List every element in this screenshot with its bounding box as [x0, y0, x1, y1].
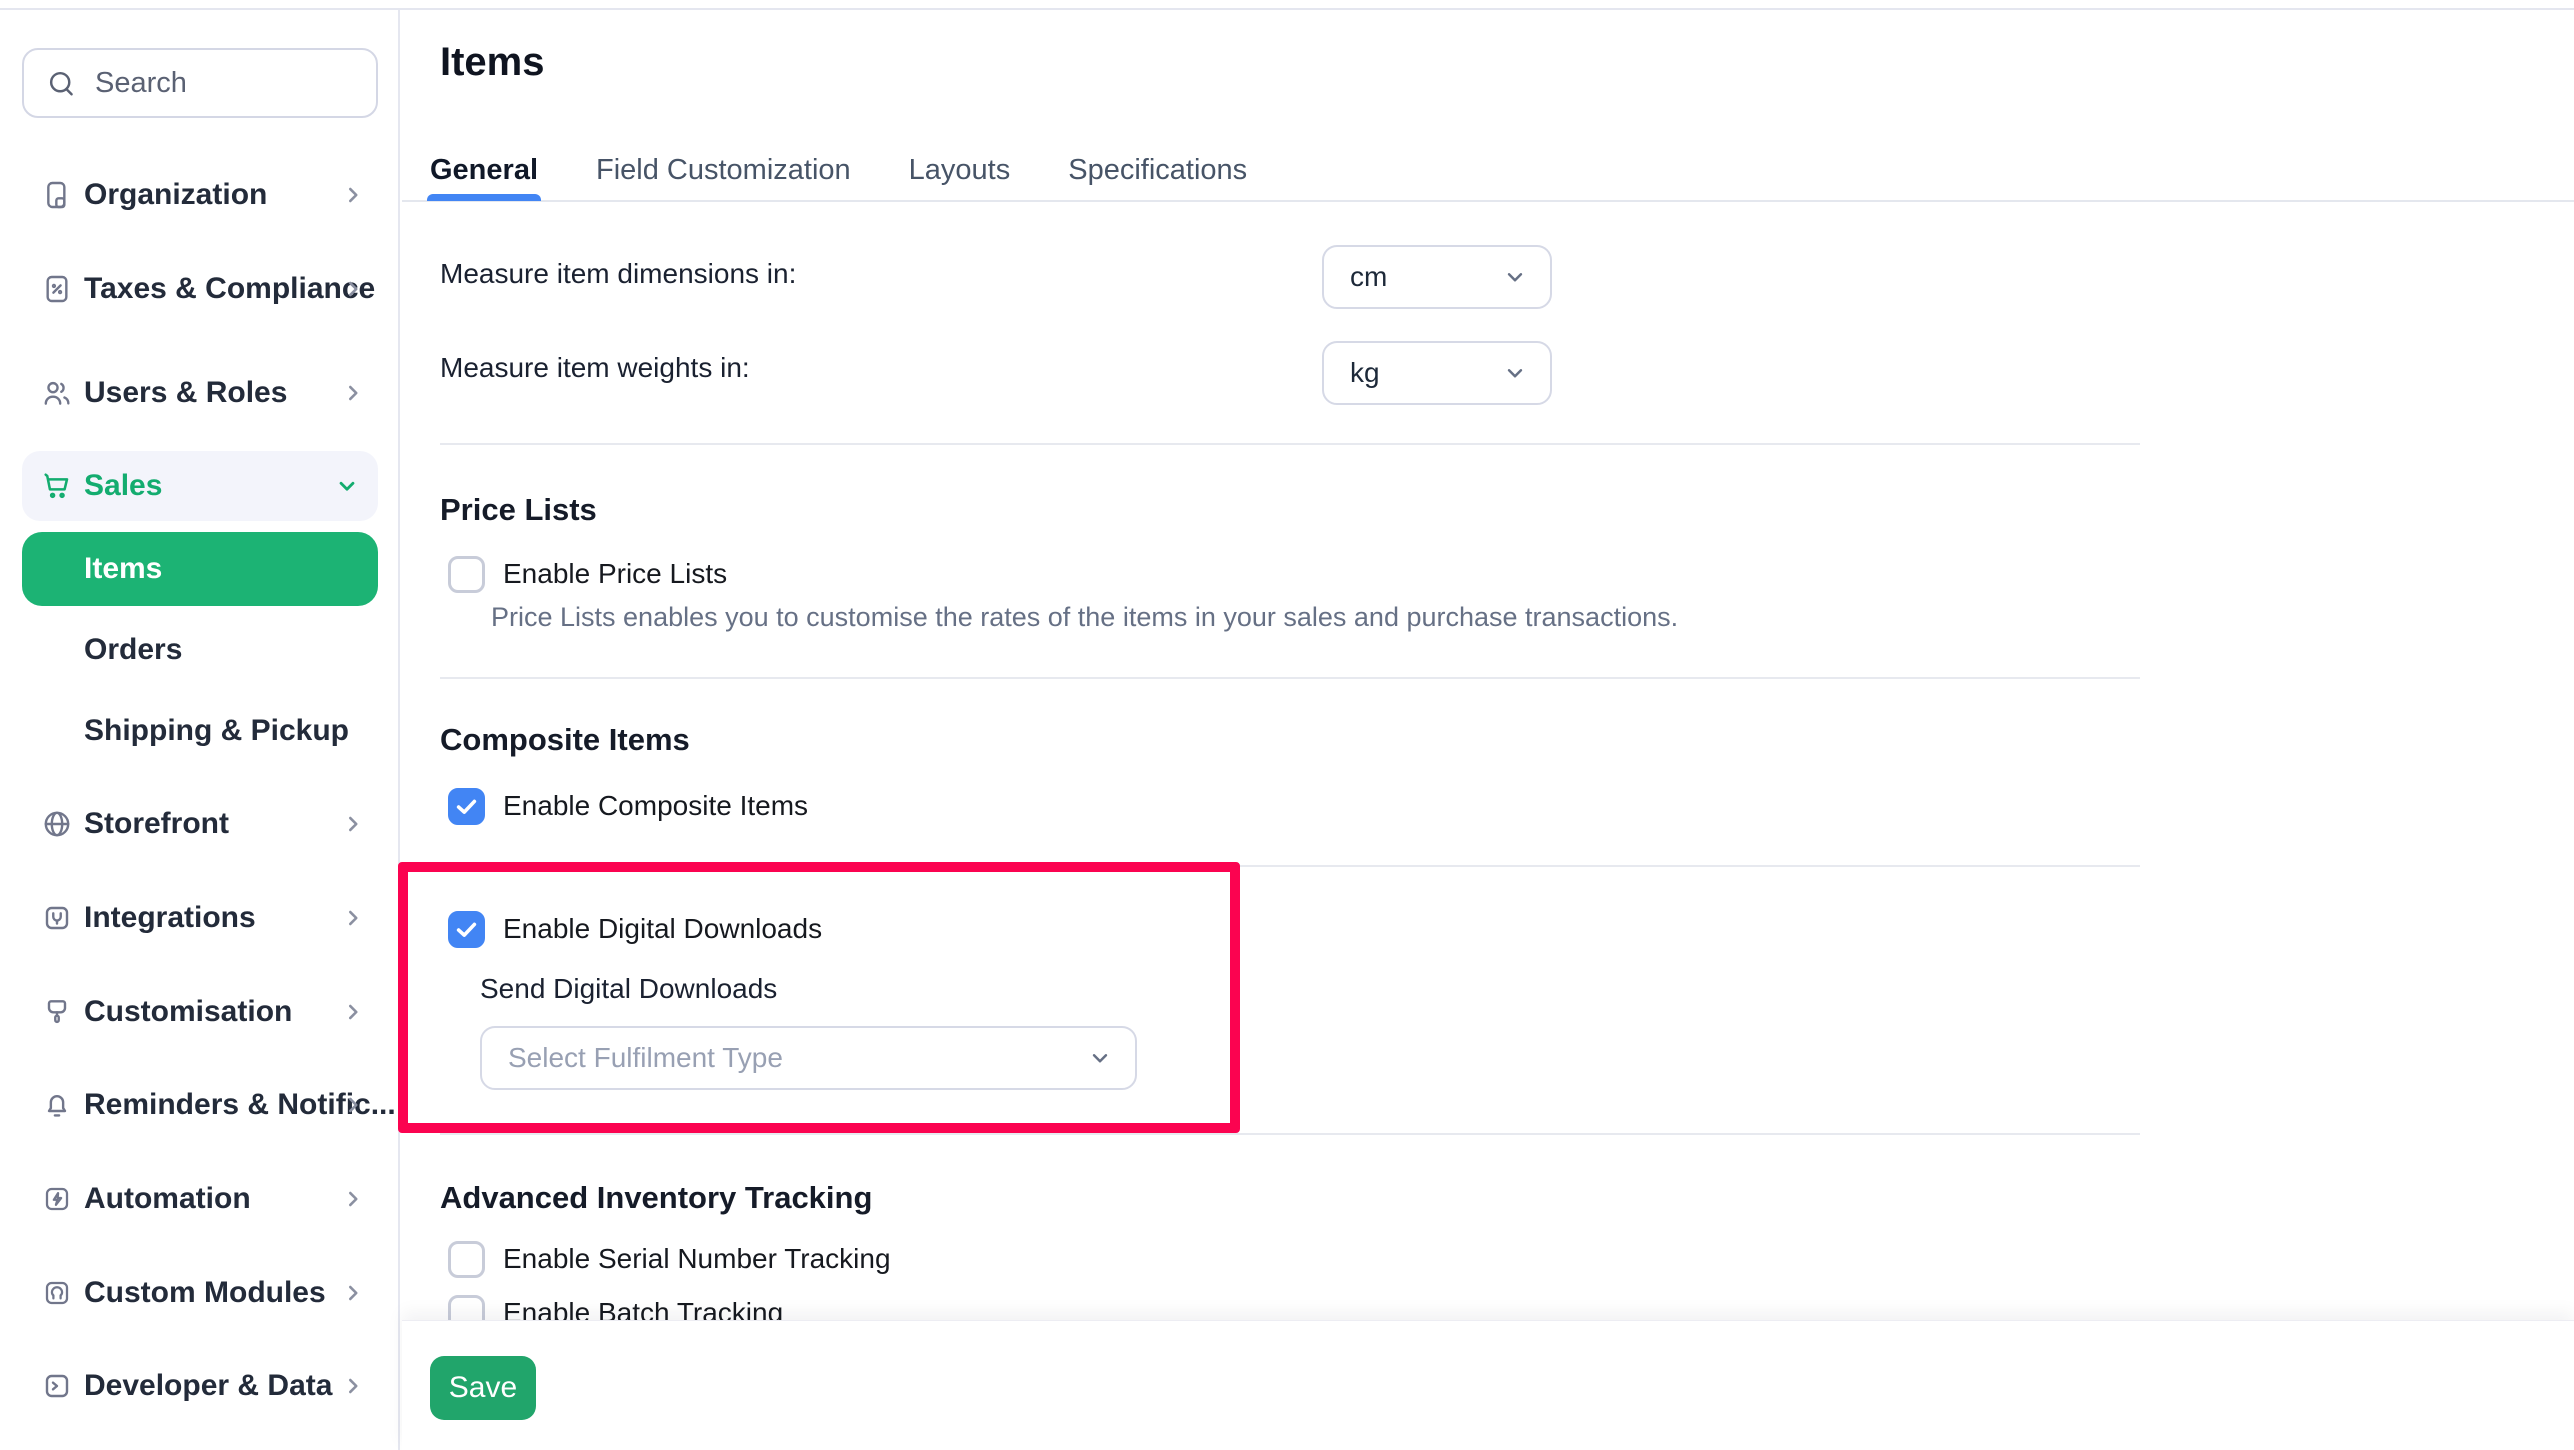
page-title: Items [440, 40, 545, 85]
digital-downloads-checkbox[interactable] [448, 911, 485, 948]
serial-tracking-checkbox-label[interactable]: Enable Serial Number Tracking [503, 1243, 891, 1275]
sidebar-item-label: Custom Modules [84, 1276, 326, 1310]
sidebar-item-label: Automation [84, 1182, 251, 1216]
users-icon [41, 377, 73, 409]
serial-tracking-checkbox[interactable] [448, 1241, 485, 1278]
digital-downloads-checkbox-label[interactable]: Enable Digital Downloads [503, 913, 822, 945]
tab-specifications[interactable]: Specifications [1068, 140, 1247, 200]
cart-icon [41, 470, 73, 502]
enable-composite-items-row[interactable]: Enable Composite Items [448, 787, 808, 825]
search-icon [46, 68, 77, 99]
chevron-right-icon [340, 999, 366, 1025]
tax-document-icon [41, 273, 73, 305]
fulfilment-type-placeholder: Select Fulfilment Type [508, 1042, 783, 1074]
terminal-icon [41, 1370, 73, 1402]
section-divider [440, 1133, 2140, 1135]
sidebar-item-label: Orders [84, 633, 182, 667]
chevron-right-icon [340, 1373, 366, 1399]
price-lists-heading: Price Lists [440, 492, 597, 528]
sidebar-item-label: Integrations [84, 901, 256, 935]
sidebar-item-organization[interactable]: Organization [0, 148, 400, 242]
price-lists-checkbox[interactable] [448, 556, 485, 593]
advanced-inventory-heading: Advanced Inventory Tracking [440, 1180, 872, 1216]
price-lists-helper-text: Price Lists enables you to customise the… [491, 602, 1678, 633]
chevron-down-icon [1502, 360, 1528, 386]
sidebar-item-label: Taxes & Compliance [84, 272, 375, 306]
composite-items-heading: Composite Items [440, 722, 690, 758]
chevron-down-icon [1502, 264, 1528, 290]
section-divider [440, 865, 2140, 867]
sidebar-item-users-roles[interactable]: Users & Roles [0, 346, 400, 440]
sidebar-item-sales[interactable]: Sales [22, 451, 378, 521]
weights-unit-select[interactable]: kg [1322, 341, 1552, 405]
globe-icon [41, 808, 73, 840]
composite-items-checkbox[interactable] [448, 788, 485, 825]
chevron-right-icon [340, 1092, 366, 1118]
enable-digital-downloads-row[interactable]: Enable Digital Downloads [448, 910, 822, 948]
chevron-right-icon [340, 276, 366, 302]
paint-icon [41, 996, 73, 1028]
sidebar-item-label: Shipping & Pickup [84, 714, 349, 748]
sidebar-item-label: Organization [84, 178, 267, 212]
sidebar-item-orders[interactable]: Orders [0, 603, 400, 697]
sidebar-item-reminders-notifications[interactable]: Reminders & Notific... [0, 1058, 400, 1152]
bolt-icon [41, 1183, 73, 1215]
chevron-right-icon [340, 1280, 366, 1306]
module-icon [41, 1277, 73, 1309]
dimensions-unit-value: cm [1350, 261, 1387, 293]
chevron-right-icon [340, 811, 366, 837]
price-lists-checkbox-label[interactable]: Enable Price Lists [503, 558, 727, 590]
tab-general[interactable]: General [430, 140, 538, 200]
section-divider [440, 677, 2140, 679]
chevron-down-icon [334, 473, 360, 499]
building-icon [41, 179, 73, 211]
sidebar-item-automation[interactable]: Automation [0, 1152, 400, 1246]
tab-bar-divider [402, 200, 2574, 202]
sidebar-item-items[interactable]: Items [22, 532, 378, 606]
sidebar-item-customisation[interactable]: Customisation [0, 965, 400, 1059]
chevron-right-icon [340, 1186, 366, 1212]
sidebar-item-label: Sales [84, 469, 162, 503]
fulfilment-type-select[interactable]: Select Fulfilment Type [480, 1026, 1137, 1090]
sidebar-item-custom-modules[interactable]: Custom Modules [0, 1246, 400, 1340]
search-input[interactable] [95, 67, 335, 100]
sidebar-item-label: Items [84, 552, 162, 586]
settings-page: Organization Taxes & Compliance Users & … [0, 0, 2574, 1450]
enable-serial-tracking-row[interactable]: Enable Serial Number Tracking [448, 1240, 891, 1278]
sidebar-item-label: Customisation [84, 995, 292, 1029]
settings-sidebar: Organization Taxes & Compliance Users & … [0, 10, 400, 1450]
bell-icon [41, 1089, 73, 1121]
sidebar-search[interactable] [22, 48, 378, 118]
sidebar-item-developer-data[interactable]: Developer & Data [0, 1339, 400, 1433]
composite-items-checkbox-label[interactable]: Enable Composite Items [503, 790, 808, 822]
sidebar-item-integrations[interactable]: Integrations [0, 871, 400, 965]
sidebar-item-label: Developer & Data [84, 1369, 332, 1403]
weights-unit-value: kg [1350, 357, 1380, 389]
chevron-down-icon [1087, 1045, 1113, 1071]
sidebar-item-taxes-compliance[interactable]: Taxes & Compliance [0, 242, 400, 336]
save-button[interactable]: Save [430, 1356, 536, 1420]
send-digital-downloads-label: Send Digital Downloads [480, 973, 777, 1005]
sidebar-item-shipping-pickup[interactable]: Shipping & Pickup [0, 684, 400, 778]
dimensions-unit-select[interactable]: cm [1322, 245, 1552, 309]
tab-field-customization[interactable]: Field Customization [596, 140, 851, 200]
plug-icon [41, 902, 73, 934]
sidebar-item-label: Users & Roles [84, 376, 287, 410]
chevron-right-icon [340, 905, 366, 931]
footer-action-bar: Save [402, 1320, 2574, 1450]
chevron-right-icon [340, 182, 366, 208]
chevron-right-icon [340, 380, 366, 406]
dimensions-label: Measure item dimensions in: [440, 258, 796, 290]
tab-bar: General Field Customization Layouts Spec… [430, 140, 1247, 200]
weights-label: Measure item weights in: [440, 352, 750, 384]
sidebar-item-label: Storefront [84, 807, 229, 841]
tab-layouts[interactable]: Layouts [909, 140, 1011, 200]
enable-price-lists-row[interactable]: Enable Price Lists [448, 555, 727, 593]
section-divider [440, 443, 2140, 445]
sidebar-item-storefront[interactable]: Storefront [0, 777, 400, 871]
